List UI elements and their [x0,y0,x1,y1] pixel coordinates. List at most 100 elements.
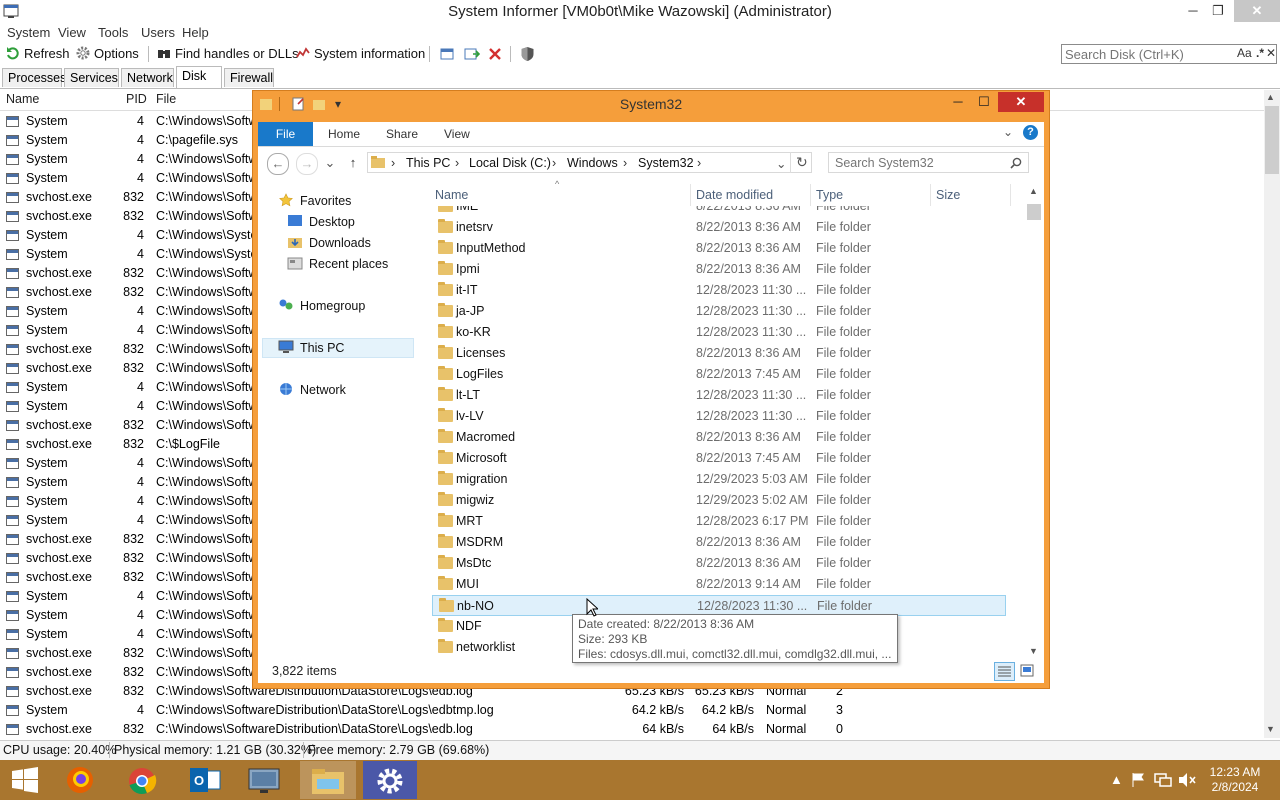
tab-network[interactable]: Network [121,68,174,87]
refresh-button[interactable]: Refresh [6,44,70,64]
breadcrumb-separator[interactable]: › [697,156,701,170]
file-row[interactable]: Microsoft 8/22/2013 7:45 AM File folder [432,448,1006,469]
match-case-toggle[interactable]: Aa [1237,46,1252,60]
file-row[interactable]: LogFiles 8/22/2013 7:45 AM File folder [432,364,1006,385]
taskbar-chrome[interactable] [114,761,170,799]
menu-help[interactable]: Help [182,24,209,42]
tray-network-icon[interactable] [1154,772,1172,788]
file-row[interactable]: lt-LT 12/28/2023 11:30 ... File folder [432,385,1006,406]
taskbar-clock[interactable]: 12:23 AM 2/8/2024 [1206,765,1264,795]
menu-system[interactable]: System [7,24,50,42]
tab-processes[interactable]: Processes [2,68,66,87]
ribbon-expand-icon[interactable]: ⌄ [1003,125,1013,139]
explorer-vertical-scrollbar[interactable] [1026,185,1042,660]
explorer-scroll-thumb[interactable] [1027,204,1041,220]
close-red-icon[interactable] [488,47,502,61]
breadcrumb-separator[interactable]: › [623,156,627,170]
file-row[interactable]: lv-LV 12/28/2023 11:30 ... File folder [432,406,1006,427]
breadcrumb-system32[interactable]: System32 [638,156,694,170]
ribbon-tab-share[interactable]: Share [386,127,418,141]
file-row[interactable]: IME 8/22/2013 8:36 AM File folder [432,206,1006,217]
tray-flag-icon[interactable] [1130,772,1146,788]
taskbar-outlook[interactable]: O [177,761,233,799]
details-view-button[interactable] [994,662,1015,681]
taskbar-settings[interactable] [362,761,418,799]
ribbon-tab-view[interactable]: View [444,127,470,141]
help-icon[interactable]: ? [1023,125,1038,140]
tab-firewall[interactable]: Firewall [224,68,274,87]
breadcrumb-windows[interactable]: Windows [567,156,618,170]
si-search-input[interactable] [1065,47,1215,62]
file-row[interactable]: it-IT 12/28/2023 11:30 ... File folder [432,280,1006,301]
system-information-button[interactable]: System information [296,44,425,64]
recent-locations-icon[interactable]: ⌄ [320,153,340,173]
shield-icon[interactable] [520,46,535,62]
scroll-up-icon[interactable]: ▲ [1266,92,1275,102]
window-icon[interactable] [440,47,454,61]
file-column-date-modified[interactable]: Date modified [696,188,773,202]
up-button[interactable]: ↑ [343,153,363,173]
search-icon[interactable] [1010,157,1022,169]
forward-button[interactable]: → [296,153,318,175]
ribbon-tab-home[interactable]: Home [328,127,360,141]
tray-show-hidden-icon[interactable]: ▲ [1110,772,1123,787]
regex-toggle[interactable]: .* [1256,46,1264,60]
options-button[interactable]: Options [76,44,139,64]
taskbar-remote-desktop[interactable] [236,761,292,799]
tab-services[interactable]: Services [64,68,119,87]
file-row[interactable]: migwiz 12/29/2023 5:02 AM File folder [432,490,1006,511]
scroll-down-icon[interactable]: ▼ [1029,646,1038,656]
column-file[interactable]: File [156,92,176,106]
file-row[interactable]: ko-KR 12/28/2023 11:30 ... File folder [432,322,1006,343]
menu-view[interactable]: View [58,24,86,42]
table-row[interactable]: svchost.exe 832 C:\Windows\SoftwareDistrib… [0,720,1264,739]
column-name[interactable]: Name [6,92,39,106]
breadcrumb-separator[interactable]: › [552,156,556,170]
file-column-type[interactable]: Type [816,188,843,202]
explorer-minimize-button[interactable]: ─ [944,92,972,112]
si-scroll-thumb[interactable] [1265,106,1279,174]
si-close-button[interactable]: ✕ [1234,0,1280,22]
window-arrow-icon[interactable] [464,47,480,61]
menu-tools[interactable]: Tools [98,24,128,42]
explorer-search-box[interactable] [828,152,1029,173]
column-separator[interactable] [930,184,931,206]
column-separator[interactable] [1010,184,1011,206]
breadcrumb-local-disk[interactable]: Local Disk (C:) [469,156,551,170]
scroll-down-icon[interactable]: ▼ [1266,724,1275,734]
file-row[interactable]: MsDtc 8/22/2013 8:36 AM File folder [432,553,1006,574]
find-handles-button[interactable]: Find handles or DLLs [157,44,299,64]
column-pid[interactable]: PID [126,92,147,106]
file-row[interactable]: nb-NO 12/28/2023 11:30 ... File folder [432,595,1006,616]
column-separator[interactable] [810,184,811,206]
ribbon-tab-file[interactable]: File [258,122,313,146]
file-row[interactable]: Licenses 8/22/2013 8:36 AM File folder [432,343,1006,364]
column-separator[interactable] [690,184,691,206]
file-row[interactable]: migration 12/29/2023 5:03 AM File folder [432,469,1006,490]
file-row[interactable]: InputMethod 8/22/2013 8:36 AM File folder [432,238,1006,259]
table-row[interactable]: System 4 C:\Windows\SoftwareDistribution\D… [0,701,1264,720]
si-search-box[interactable]: Aa .* ✕ [1061,44,1277,64]
explorer-maximize-button[interactable]: ☐ [970,92,998,112]
large-icons-view-icon[interactable] [1020,664,1034,677]
scroll-up-icon[interactable]: ▲ [1029,186,1038,196]
search-clear-icon[interactable]: ✕ [1266,46,1276,60]
tray-volume-muted-icon[interactable] [1178,772,1196,788]
file-row[interactable]: inetsrv 8/22/2013 8:36 AM File folder [432,217,1006,238]
file-row[interactable]: MRT 12/28/2023 6:17 PM File folder [432,511,1006,532]
taskbar-firefox[interactable] [52,761,108,799]
file-column-size[interactable]: Size [936,188,960,202]
taskbar-file-explorer[interactable] [300,761,356,799]
breadcrumb-this-pc[interactable]: This PC [406,156,450,170]
explorer-close-button[interactable]: ✕ [998,92,1044,112]
breadcrumb-separator[interactable]: › [455,156,459,170]
file-row[interactable]: MSDRM 8/22/2013 8:36 AM File folder [432,532,1006,553]
file-row[interactable]: Ipmi 8/22/2013 8:36 AM File folder [432,259,1006,280]
address-dropdown-icon[interactable]: ⌄ [776,156,786,171]
file-row[interactable]: MUI 8/22/2013 9:14 AM File folder [432,574,1006,595]
explorer-search-input[interactable] [835,156,1005,170]
tab-disk[interactable]: Disk [176,66,222,88]
menu-users[interactable]: Users [141,24,175,42]
file-row[interactable]: Macromed 8/22/2013 8:36 AM File folder [432,427,1006,448]
si-maximize-button[interactable]: ❐ [1203,0,1233,22]
